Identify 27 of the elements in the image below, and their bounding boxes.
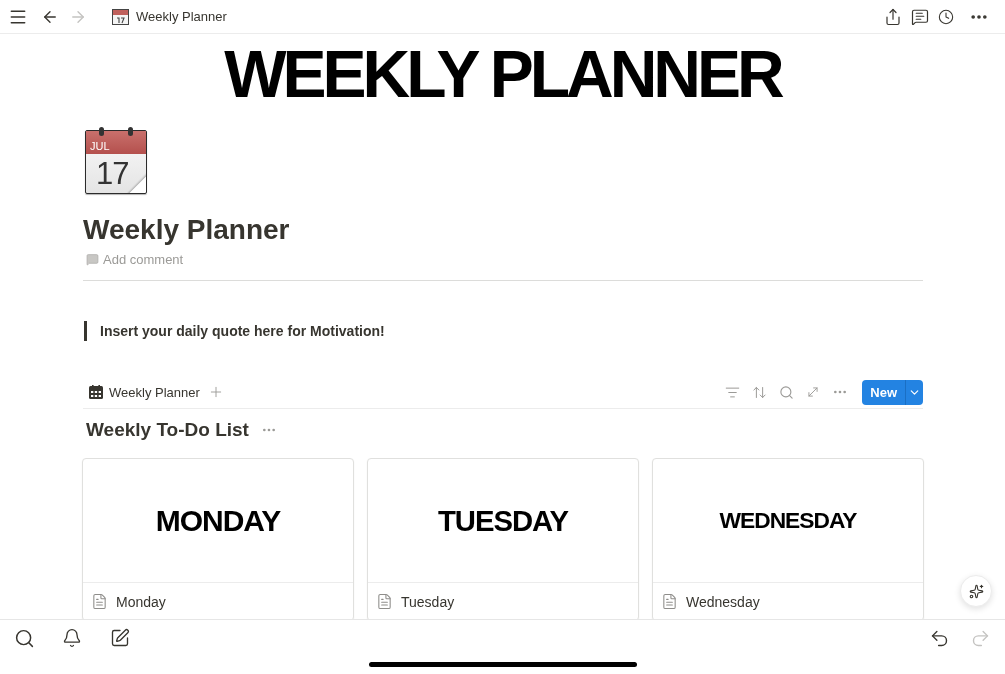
document-icon <box>91 593 108 610</box>
cover-title: WEDNESDAY <box>719 509 857 532</box>
document-icon <box>661 593 678 610</box>
new-button[interactable]: New <box>862 379 905 405</box>
cover-title: WEEKLY PLANNER <box>224 41 781 107</box>
gallery-card[interactable]: WEDNESDAY Wednesday <box>652 458 924 619</box>
card-title: Monday <box>116 593 166 610</box>
gallery-card[interactable]: MONDAY Monday <box>82 458 354 619</box>
database-title: Weekly To-Do List <box>86 418 249 442</box>
card-title: Tuesday <box>401 593 455 610</box>
comment-icon <box>86 252 99 266</box>
calendar-icon <box>112 8 129 25</box>
quote-block: Insert your daily quote here for Motivation! <box>84 321 923 341</box>
view-tab[interactable]: Weekly Planner <box>83 379 200 405</box>
cover-title: MONDAY <box>155 505 281 536</box>
calendar-day: 17 <box>86 154 129 189</box>
ai-assistant-button[interactable] <box>960 575 992 607</box>
calendar-month: JUL <box>90 141 110 152</box>
calendar-icon <box>89 385 103 399</box>
card-title: Wednesday <box>686 593 760 610</box>
document-icon <box>376 593 393 610</box>
page-heading: Weekly Planner <box>83 213 290 247</box>
new-options-button[interactable] <box>905 379 923 405</box>
sparkle-icon <box>968 583 984 599</box>
cover-title: TUESDAY <box>437 505 569 536</box>
page-title: Weekly Planner <box>136 9 227 24</box>
gallery-card[interactable]: TUESDAY Tuesday <box>367 458 639 619</box>
